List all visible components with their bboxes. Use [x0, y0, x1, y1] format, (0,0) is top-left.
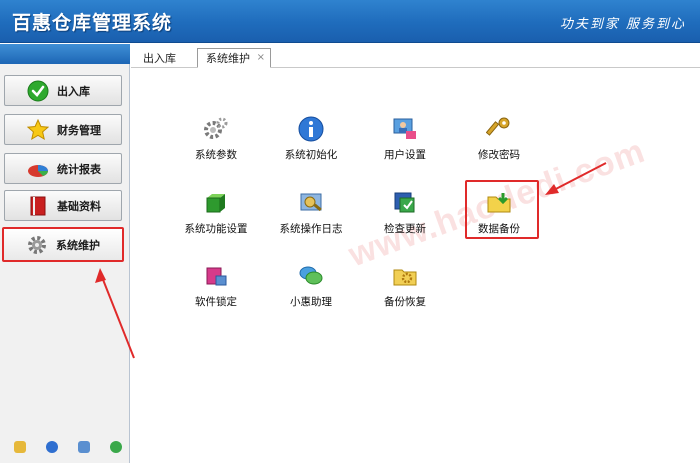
close-icon[interactable]: ×: [257, 52, 265, 63]
globe-icon[interactable]: [110, 441, 122, 453]
users-icon: [392, 116, 418, 142]
sidebar-item-label: 统计报表: [57, 162, 101, 176]
lock-icon: [203, 263, 229, 289]
item-software-lock[interactable]: 软件锁定: [171, 263, 261, 313]
book-icon: [27, 195, 49, 217]
green-box-icon: [203, 190, 229, 216]
main-panel: www.haodedi.com 系统参数 系统初始化 用户设置 修改密码 系统功…: [131, 69, 700, 463]
item-label: 系统操作日志: [279, 223, 343, 235]
item-label: 用户设置: [384, 149, 426, 161]
note-icon[interactable]: [14, 441, 26, 453]
sidebar-item-in-out[interactable]: 出入库: [4, 75, 122, 106]
highlight-box: [465, 180, 539, 239]
monitor-icon[interactable]: [78, 441, 90, 453]
star-icon: [27, 118, 49, 141]
item-label: 检查更新: [384, 223, 426, 235]
sidebar-item-finance[interactable]: 财务管理: [4, 114, 122, 145]
sidebar-item-system-maintenance[interactable]: 系统维护: [2, 227, 124, 262]
item-label: 修改密码: [478, 149, 520, 161]
check-circle-icon: [27, 80, 49, 102]
clock-icon[interactable]: [46, 441, 58, 453]
item-system-init[interactable]: 系统初始化: [266, 116, 356, 166]
key-icon: [486, 116, 512, 142]
tab-in-out[interactable]: 出入库: [135, 48, 184, 68]
sidebar: 出入库 财务管理 统计报表 基础资料 系统维护: [0, 44, 130, 463]
update-icon: [392, 190, 418, 216]
item-check-update[interactable]: 检查更新: [360, 190, 450, 240]
sidebar-item-label: 系统维护: [56, 238, 100, 252]
item-backup-restore[interactable]: 备份恢复: [360, 263, 450, 313]
item-operation-log[interactable]: 系统操作日志: [266, 190, 356, 240]
sidebar-item-label: 出入库: [57, 84, 90, 98]
item-label: 备份恢复: [384, 296, 426, 308]
tab-bar: 出入库 系统维护 ×: [131, 44, 700, 68]
info-icon: [298, 116, 324, 142]
item-label: 软件锁定: [195, 296, 237, 308]
sidebar-item-basic-data[interactable]: 基础资料: [4, 190, 122, 221]
item-function-settings[interactable]: 系统功能设置: [171, 190, 261, 240]
item-system-params[interactable]: 系统参数: [171, 116, 261, 166]
sidebar-header-bar: [0, 44, 130, 64]
app-title: 百惠仓库管理系统: [12, 12, 173, 34]
item-assistant[interactable]: 小惠助理: [266, 263, 356, 313]
tab-label: 出入库: [143, 52, 176, 65]
tab-label: 系统维护: [206, 52, 250, 65]
sidebar-item-label: 基础资料: [57, 199, 101, 213]
sidebar-item-reports[interactable]: 统计报表: [4, 153, 122, 184]
app-slogan: 功夫到家 服务到心: [559, 17, 686, 32]
tab-system-maintenance[interactable]: 系统维护 ×: [197, 48, 271, 68]
item-user-settings[interactable]: 用户设置: [360, 116, 450, 166]
gears-icon: [203, 116, 229, 142]
item-label: 小惠助理: [290, 296, 332, 308]
gear-icon: [26, 234, 48, 256]
item-label: 系统参数: [195, 149, 237, 161]
chat-icon: [298, 263, 324, 289]
sidebar-item-label: 财务管理: [57, 123, 101, 137]
pie-chart-icon: [27, 158, 49, 180]
folder-restore-icon: [392, 263, 418, 289]
app-header: 百惠仓库管理系统 功夫到家 服务到心: [0, 0, 700, 43]
sidebar-bottom-toolbar: [14, 441, 122, 453]
item-label: 系统初始化: [284, 149, 338, 161]
item-change-password[interactable]: 修改密码: [454, 116, 544, 166]
item-label: 系统功能设置: [184, 223, 248, 235]
log-icon: [298, 190, 324, 216]
